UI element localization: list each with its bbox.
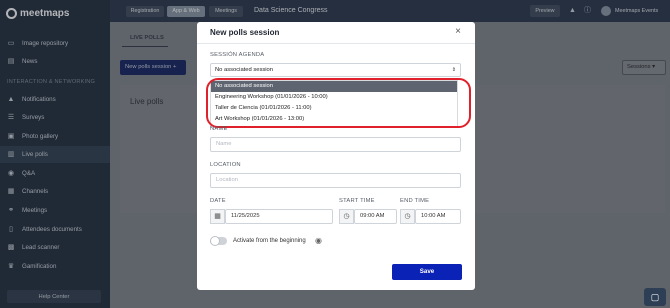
name-label: NAME: [210, 126, 228, 132]
select-arrows-icon: ⇕: [451, 67, 456, 73]
toggle-knob: [210, 236, 220, 246]
close-icon[interactable]: ×: [452, 26, 464, 38]
new-polls-session-modal: New polls session × SESSIÓN AGENDA No as…: [197, 22, 475, 290]
location-input[interactable]: Location: [210, 173, 461, 188]
calendar-icon[interactable]: ▦: [210, 209, 225, 224]
end-time-input[interactable]: 10:00 AM: [415, 209, 461, 224]
save-button[interactable]: Save: [392, 264, 462, 280]
clock-icon[interactable]: ◷: [339, 209, 354, 224]
location-label: LOCATION: [210, 162, 241, 168]
activate-toggle-label: Activate from the beginning: [233, 238, 306, 244]
clock-icon[interactable]: ◷: [400, 209, 415, 224]
date-label: DATE: [210, 198, 226, 204]
start-time-input[interactable]: 09:00 AM: [354, 209, 397, 224]
start-time-label: START TIME: [339, 198, 375, 204]
end-time-label: END TIME: [400, 198, 430, 204]
modal-header: New polls session ×: [197, 22, 475, 44]
name-input[interactable]: Name: [210, 137, 461, 152]
date-input[interactable]: 11/25/2025: [225, 209, 333, 224]
eye-icon[interactable]: ◉: [315, 236, 322, 245]
highlight-annotation: [206, 78, 471, 128]
activate-toggle[interactable]: [210, 236, 227, 246]
chat-icon[interactable]: ▢: [644, 288, 666, 306]
modal-title: New polls session: [210, 28, 280, 37]
session-agenda-label: SESSIÓN AGENDA: [210, 52, 265, 58]
session-agenda-select[interactable]: No associated session ⇕: [210, 63, 461, 77]
session-selected-value: No associated session: [215, 67, 273, 73]
